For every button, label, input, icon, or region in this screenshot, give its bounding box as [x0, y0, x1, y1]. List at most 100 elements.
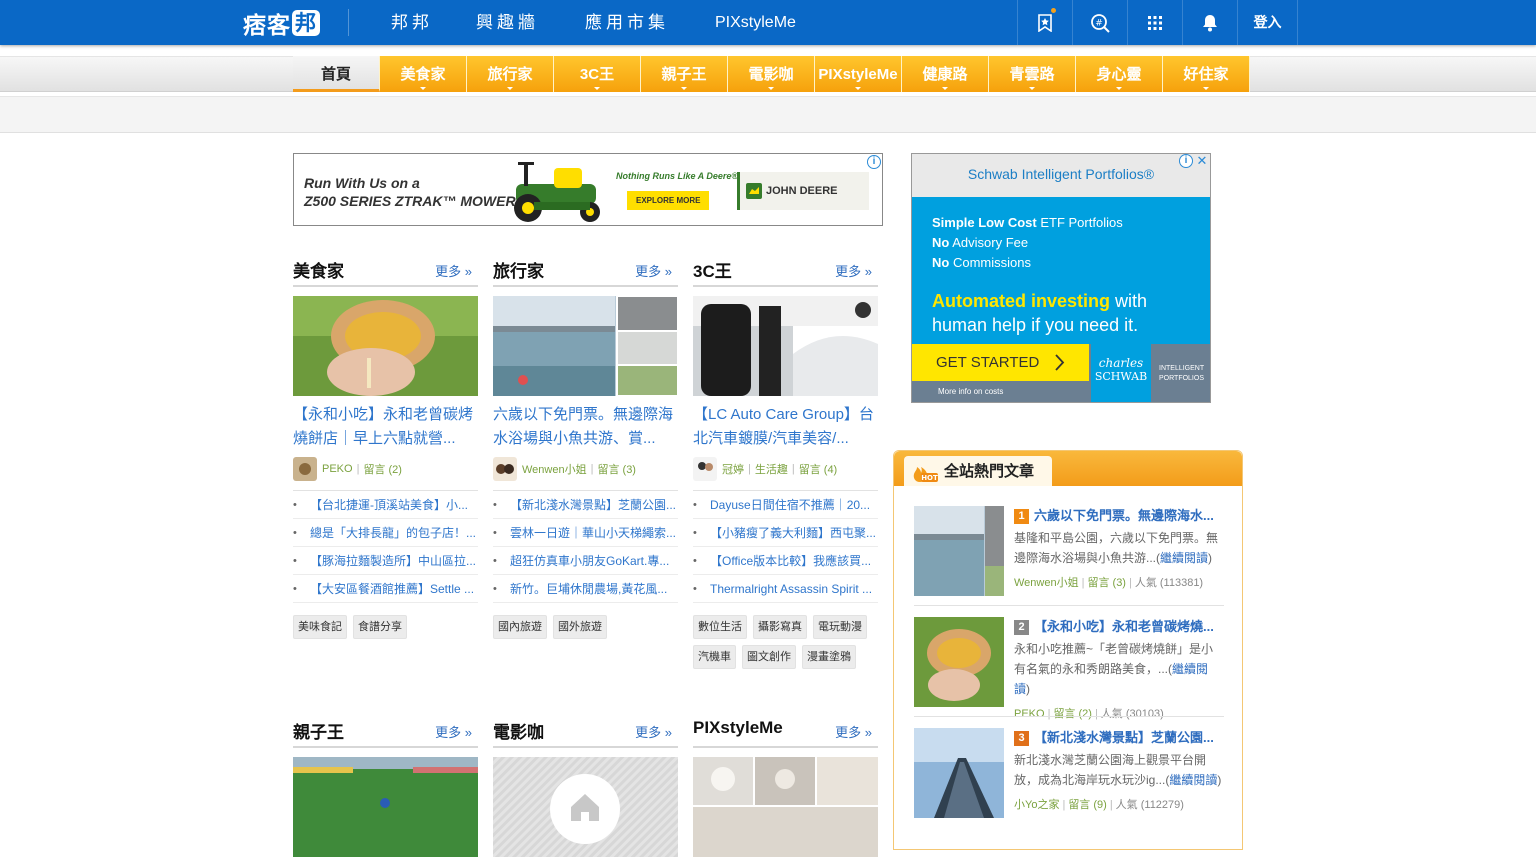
list-item[interactable]: 【豚海拉麵製造所】中山區拉... [293, 547, 478, 575]
list-item[interactable]: 【小豬瘦了義大利麵】西屯聚... [693, 519, 878, 547]
search-button[interactable]: # [1072, 0, 1127, 45]
feature-image[interactable] [293, 296, 478, 396]
hot-thumb[interactable] [914, 617, 1004, 707]
tag[interactable]: 國外旅遊 [553, 615, 607, 639]
caret-down-icon [594, 87, 600, 90]
apps-button[interactable] [1127, 0, 1182, 45]
list-item[interactable]: 【Office版本比較】我應該買... [693, 547, 878, 575]
pixnet-logo[interactable]: 痞客邦 [243, 8, 320, 39]
feature-image[interactable] [693, 757, 878, 857]
category-tab-4[interactable]: 親子王 [641, 56, 728, 92]
author-link[interactable]: PEKO [1014, 708, 1045, 720]
category-tab-2[interactable]: 旅行家 [467, 56, 554, 92]
tag[interactable]: 攝影寫真 [753, 615, 807, 639]
author-link[interactable]: Wenwen小姐 [1014, 577, 1079, 589]
hot-thumb[interactable] [914, 506, 1004, 596]
tag-list: 國內旅遊 國外旅遊 [493, 615, 678, 645]
list-item[interactable]: 新竹。巨埔休閒農場,黃花風... [493, 575, 678, 603]
section-header: 旅行家 更多 » [493, 253, 678, 287]
list-item[interactable]: 雲林一日遊｜華山小天梯繩索... [493, 519, 678, 547]
topnav-interest-wall[interactable]: 興趣牆 [476, 0, 539, 45]
feature-title[interactable]: 【LC Auto Care Group】台北汽車鍍膜/汽車美容/... [693, 403, 878, 451]
category-tab-label: 親子王 [661, 66, 707, 83]
list-item[interactable]: 【台北捷運-頂溪站美食】小... [293, 491, 478, 519]
list-item[interactable]: 總是「大排長龍」的包子店！... [293, 519, 478, 547]
get-started-button[interactable]: GET STARTED [912, 344, 1089, 381]
avatar[interactable] [493, 457, 517, 481]
read-more-link[interactable]: 繼續閱讀 [1160, 551, 1208, 565]
ad-explore-button[interactable]: EXPLORE MORE [627, 191, 710, 210]
hot-article-title[interactable]: 2 【永和小吃】永和老曾碳烤燒... [1014, 617, 1224, 637]
list-item[interactable]: 超狂仿真車小朋友GoKart.專... [493, 547, 678, 575]
category-tab-7[interactable]: 健康路 [902, 56, 989, 92]
tag[interactable]: 汽機車 [693, 645, 736, 669]
comments-link[interactable]: 留言 (2) [363, 461, 402, 477]
notifications-button[interactable] [1182, 0, 1237, 45]
list-item[interactable]: Thermalright Assassin Spirit ... [693, 575, 878, 603]
more-link[interactable]: 更多 » [835, 261, 872, 280]
list-item[interactable]: Dayuse日間住宿不推薦｜20... [693, 491, 878, 519]
category-tab-10[interactable]: 好住家 [1163, 56, 1250, 92]
topnav-app-market[interactable]: 應用市集 [585, 0, 669, 45]
comments-link[interactable]: 留言 (9) [1068, 799, 1107, 811]
category-tab-3[interactable]: 3C王 [554, 56, 641, 92]
feature-image[interactable] [293, 757, 478, 857]
ad-close-icon[interactable]: ✕ [1195, 154, 1209, 168]
feature-image[interactable] [493, 296, 678, 396]
author-link[interactable]: Wenwen小姐 [522, 461, 587, 477]
feature-image[interactable] [693, 296, 878, 396]
read-more-link[interactable]: 繼續閱讀 [1169, 773, 1217, 787]
category-tab-9[interactable]: 身心靈 [1076, 56, 1163, 92]
tag[interactable]: 食譜分享 [353, 615, 407, 639]
list-item[interactable]: 【大安區餐酒館推薦】Settle ... [293, 575, 478, 603]
tag[interactable]: 美味食記 [293, 615, 347, 639]
side-ad[interactable]: Schwab Intelligent Portfolios® Simple Lo… [911, 153, 1211, 403]
more-link[interactable]: 更多 » [435, 722, 472, 741]
hot-thumb[interactable] [914, 728, 1004, 818]
author-link[interactable]: PEKO [322, 463, 353, 475]
post-list: 【新北淺水灣景點】芝蘭公園... 雲林一日遊｜華山小天梯繩索... 超狂仿真車小… [493, 490, 678, 603]
more-link[interactable]: 更多 » [635, 261, 672, 280]
feature-image-placeholder[interactable] [493, 757, 678, 857]
ad-info-icon[interactable]: i [867, 155, 881, 169]
tag[interactable]: 電玩動漫 [813, 615, 867, 639]
category-link[interactable]: 生活趣 [755, 461, 788, 477]
avatar[interactable] [293, 457, 317, 481]
author-link[interactable]: 小Yo之家 [1014, 799, 1059, 811]
login-button[interactable]: 登入 [1237, 0, 1298, 45]
list-item[interactable]: 【新北淺水灣景點】芝蘭公園... [493, 491, 678, 519]
comments-link[interactable]: 留言 (4) [799, 461, 838, 477]
tag[interactable]: 國內旅遊 [493, 615, 547, 639]
category-tab-8[interactable]: 青雲路 [989, 56, 1076, 92]
more-link[interactable]: 更多 » [635, 722, 672, 741]
tag[interactable]: 數位生活 [693, 615, 747, 639]
feature-title[interactable]: 六歲以下免門票。無邊際海水浴場與小魚共游、賞... [493, 403, 678, 451]
tag[interactable]: 漫畫塗鴉 [802, 645, 856, 669]
side-ad-line1: Simple Low Cost ETF Portfolios [932, 215, 1123, 230]
more-link[interactable]: 更多 » [435, 261, 472, 280]
more-info-costs-link[interactable]: More info on costs [938, 387, 1003, 396]
category-tab-5[interactable]: 電影咖 [728, 56, 815, 92]
category-tab-6[interactable]: PIXstyleMe [815, 56, 902, 92]
feature-title[interactable]: 【永和小吃】永和老曾碳烤燒餅店｜早上六點就營... [293, 403, 478, 451]
section-header: 美食家 更多 » [293, 253, 478, 287]
hot-article-title[interactable]: 1 六歲以下免門票。無邊際海水... [1014, 506, 1224, 526]
comments-link[interactable]: 留言 (3) [1087, 577, 1126, 589]
topnav-pixstyleme[interactable]: PIXstyleMe [715, 0, 796, 45]
ad-banner[interactable]: Run With Us on a Z500 SERIES ZTRAK™ MOWE… [293, 153, 883, 226]
comments-link[interactable]: 留言 (2) [1053, 708, 1092, 720]
topnav-bangbang[interactable]: 邦邦 [391, 0, 433, 45]
more-link[interactable]: 更多 » [835, 722, 872, 741]
avatar[interactable] [693, 457, 717, 481]
chevron-right-icon [1055, 354, 1065, 371]
author-link[interactable]: 冠婷 [722, 461, 744, 477]
tag[interactable]: 圖文創作 [742, 645, 796, 669]
comments-link[interactable]: 留言 (3) [597, 461, 636, 477]
category-tab-0[interactable]: 首頁 [293, 56, 380, 92]
ad-headline-line1: Run With Us on a [304, 175, 420, 191]
ad-info-icon[interactable]: i [1179, 154, 1193, 168]
section-title: 電影咖 [493, 723, 544, 742]
hot-article-title[interactable]: 3 【新北淺水灣景點】芝蘭公園... [1014, 728, 1224, 748]
bookmark-button[interactable] [1017, 0, 1072, 45]
category-tab-1[interactable]: 美食家 [380, 56, 467, 92]
